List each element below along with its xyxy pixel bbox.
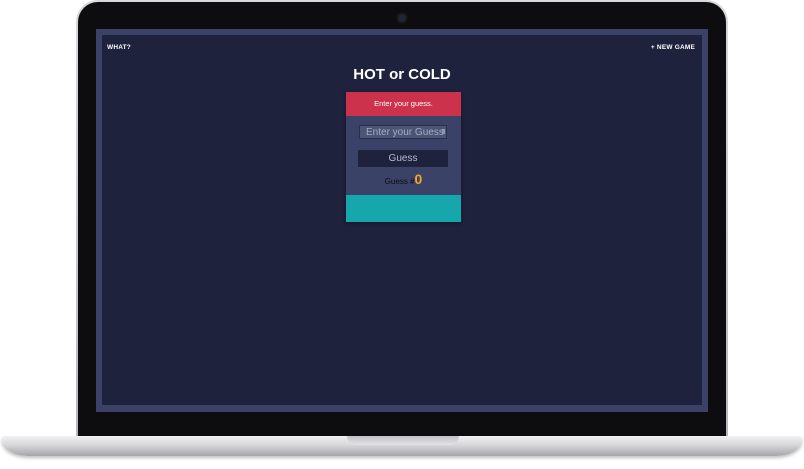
laptop-screen: WHAT? + NEW GAME HOT or COLD Enter your …	[96, 29, 708, 412]
what-link[interactable]: WHAT?	[107, 44, 131, 51]
game-card: Enter your guess. Guess Guess #0	[346, 92, 461, 222]
guess-count: 0	[414, 171, 423, 187]
guess-list	[346, 195, 461, 222]
guess-counter: Guess #0	[346, 172, 461, 189]
laptop-notch	[347, 436, 459, 445]
new-game-link[interactable]: + NEW GAME	[651, 44, 695, 51]
guess-button[interactable]: Guess	[358, 150, 448, 167]
page-title: HOT or COLD	[353, 66, 451, 83]
guess-counter-label: Guess #	[384, 177, 415, 186]
app-viewport: WHAT? + NEW GAME HOT or COLD Enter your …	[102, 35, 702, 405]
guess-input[interactable]	[359, 125, 447, 139]
camera-icon	[398, 14, 406, 22]
laptop-base	[2, 436, 802, 456]
feedback-header: Enter your guess.	[346, 92, 461, 116]
